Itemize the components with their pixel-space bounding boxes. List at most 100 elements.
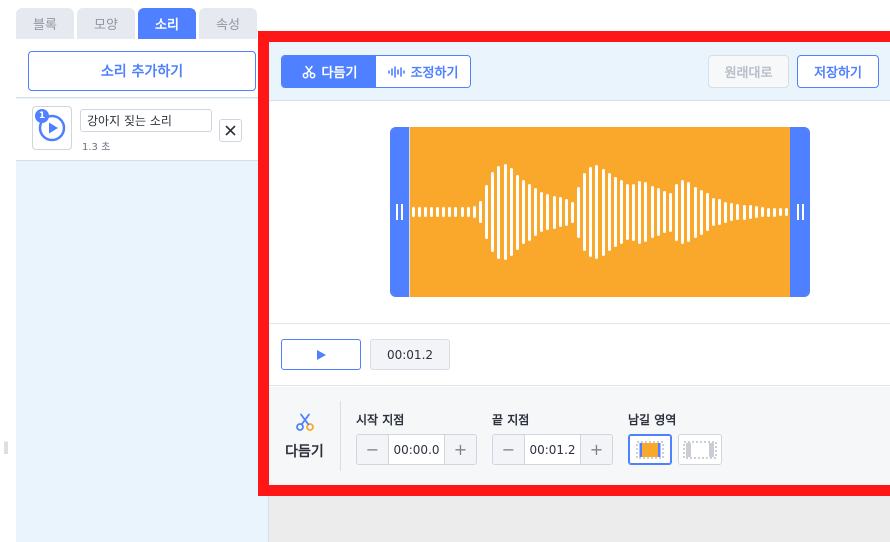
waveform-icon — [387, 65, 405, 78]
waveform-bar — [656, 188, 660, 236]
waveform-bar — [754, 206, 758, 218]
waveform-bar — [577, 186, 581, 238]
waveform-bar — [638, 180, 642, 244]
divider — [340, 401, 341, 471]
adjust-mode-button[interactable]: 조정하기 — [376, 56, 470, 87]
current-time: 00:01.2 — [370, 339, 450, 370]
play-button[interactable] — [281, 339, 361, 370]
waveform-bar — [460, 206, 464, 218]
end-increment-button[interactable]: + — [581, 435, 612, 464]
play-icon — [317, 349, 326, 360]
sound-list-item[interactable]: 1 1.3 초 — [16, 99, 268, 161]
waveform-bar — [521, 179, 525, 245]
waveform-bar — [595, 164, 599, 260]
keep-selection-button[interactable] — [628, 434, 672, 465]
keep-region-label: 남길 영역 — [628, 413, 677, 427]
tab-sound[interactable]: 소리 — [138, 8, 196, 39]
close-icon — [225, 125, 236, 136]
waveform-area — [269, 102, 890, 324]
add-sound-section: 소리 추가하기 — [16, 39, 268, 98]
waveform-bar — [534, 188, 538, 236]
waveform-bar — [705, 193, 709, 231]
waveform-bar — [668, 192, 672, 232]
trim-controls: 다듬기 시작 지점 − 00:00.0 + 끝 지점 − 00:01.2 + 남… — [269, 387, 890, 485]
waveform-bar — [779, 208, 783, 216]
waveform-bar — [760, 206, 764, 218]
waveform-bar — [491, 172, 495, 252]
sound-duration: 1.3 초 — [82, 142, 111, 153]
waveform-bar — [454, 206, 458, 218]
waveform-bar — [472, 206, 476, 218]
remove-selection-button[interactable] — [678, 434, 722, 465]
waveform-bar — [748, 205, 752, 219]
waveform-bar — [509, 167, 513, 257]
waveform-bar — [411, 206, 415, 218]
start-point-value[interactable]: 00:00.0 — [388, 435, 445, 464]
end-decrement-button[interactable]: − — [493, 435, 524, 464]
waveform-bar — [693, 186, 697, 238]
waveform-bar — [632, 183, 636, 241]
trim-mode-label: 다듬기 — [321, 66, 358, 81]
tab-shape[interactable]: 모양 — [77, 8, 135, 39]
trim-mode-button[interactable]: 다듬기 — [282, 56, 376, 87]
waveform-bars — [410, 127, 790, 297]
panel-resize-handle[interactable]: || — [3, 440, 9, 454]
waveform-bar — [736, 203, 740, 221]
save-button[interactable]: 저장하기 — [797, 55, 879, 88]
waveform-bar — [681, 179, 685, 245]
tab-bar: 블록 모양 소리 속성 — [16, 8, 257, 40]
keep-region-icon — [636, 441, 664, 458]
end-point-value[interactable]: 00:01.2 — [524, 435, 581, 464]
waveform-bar — [478, 200, 482, 224]
sound-name-input[interactable] — [80, 109, 212, 132]
tab-attribute[interactable]: 속성 — [199, 8, 257, 39]
trim-end-handle[interactable] — [790, 127, 810, 297]
waveform-bar — [528, 183, 532, 241]
waveform-bar — [429, 206, 433, 218]
reset-button[interactable]: 원래대로 — [708, 55, 789, 88]
waveform-bar — [711, 197, 715, 227]
waveform-bar — [619, 179, 623, 245]
waveform-bar — [503, 164, 507, 260]
waveform-bar — [466, 206, 470, 218]
mode-toggle: 다듬기 조정하기 — [281, 55, 471, 88]
waveform-bar — [699, 189, 703, 235]
waveform-bar — [644, 182, 648, 242]
waveform-bar — [436, 206, 440, 218]
waveform-bar — [601, 168, 605, 256]
waveform-bar — [662, 191, 666, 233]
waveform-bar — [742, 204, 746, 220]
waveform-bar — [613, 176, 617, 248]
waveform-bar — [583, 173, 587, 251]
waveform-bar — [675, 183, 679, 241]
delete-sound-button[interactable] — [219, 119, 242, 142]
waveform-bar — [773, 207, 777, 217]
start-decrement-button[interactable]: − — [357, 435, 388, 464]
waveform-display[interactable] — [390, 127, 810, 297]
waveform-bar — [546, 194, 550, 230]
remove-region-icon — [683, 441, 717, 458]
waveform-bar — [558, 197, 562, 227]
waveform-bar — [626, 184, 630, 240]
scissors-icon — [302, 65, 315, 78]
sound-number-badge: 1 — [35, 109, 49, 123]
start-point-label: 시작 지점 — [356, 413, 405, 427]
editor-toolbar: 다듬기 조정하기 원래대로 저장하기 — [269, 42, 890, 101]
add-sound-button[interactable]: 소리 추가하기 — [28, 51, 256, 91]
waveform-bar — [564, 198, 568, 226]
waveform-bar — [724, 201, 728, 223]
sound-editor: 다듬기 조정하기 원래대로 저장하기 00:01.2 다듬기 시작 지점 − 0… — [269, 42, 890, 485]
scissors-icon — [295, 413, 314, 431]
sound-list-panel: 소리 추가하기 1 1.3 초 — [16, 39, 269, 542]
grip-icon — [796, 204, 804, 220]
end-point-stepper: − 00:01.2 + — [492, 434, 613, 465]
waveform-bar — [607, 173, 611, 251]
start-increment-button[interactable]: + — [445, 435, 476, 464]
waveform-bar — [417, 206, 421, 218]
end-point-label: 끝 지점 — [492, 413, 530, 427]
trim-start-handle[interactable] — [390, 127, 410, 297]
tab-block[interactable]: 블록 — [16, 8, 74, 39]
waveform-bar — [730, 203, 734, 221]
waveform-bar — [448, 206, 452, 218]
waveform-bar — [552, 195, 556, 229]
